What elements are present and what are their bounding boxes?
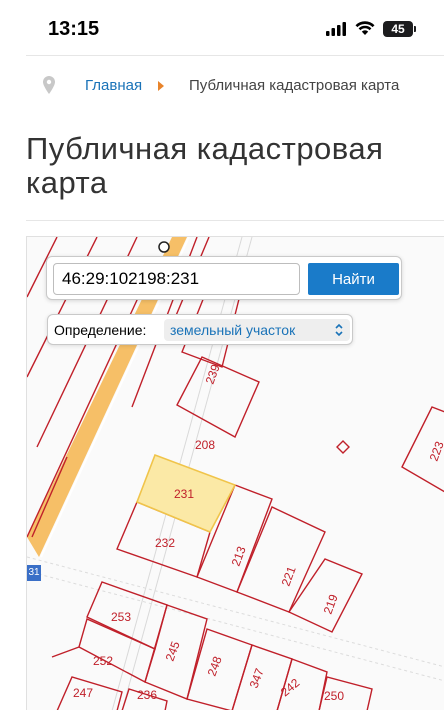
parcel-label: 247 xyxy=(73,686,93,700)
road-node-icon xyxy=(158,241,170,253)
parcel-252[interactable] xyxy=(78,618,156,684)
breadcrumb: Главная Публичная кадастровая карта xyxy=(26,74,444,98)
definition-select[interactable]: земельный участок xyxy=(164,319,350,341)
parcel-label: 232 xyxy=(155,536,175,550)
location-pin-icon xyxy=(43,76,55,94)
parcel-label: 252 xyxy=(93,654,113,668)
map-canvas[interactable]: 239 208 231 232 213 221 219 253 245 252 … xyxy=(27,237,444,710)
parcel-221[interactable] xyxy=(236,506,326,613)
definition-panel: Определение: земельный участок xyxy=(47,314,353,345)
definition-label: Определение: xyxy=(54,322,147,338)
cadastral-map[interactable]: 239 208 231 232 213 221 219 253 245 252 … xyxy=(26,236,444,710)
parcel-label: 245 xyxy=(163,639,183,663)
status-bar: 13:15 45 xyxy=(0,0,444,56)
signal-icon xyxy=(326,22,346,36)
status-time: 13:15 xyxy=(48,18,100,40)
battery-icon: 45 xyxy=(383,21,416,37)
search-panel: Найти xyxy=(46,256,402,300)
breadcrumb-current: Публичная кадастровая карта xyxy=(189,77,400,94)
parcel-label: 221 xyxy=(279,564,299,588)
breadcrumb-arrow-icon xyxy=(158,81,164,91)
parcel-label: 213 xyxy=(229,544,249,568)
parcel-label: 208 xyxy=(195,438,215,452)
map-point xyxy=(336,440,350,454)
wifi-icon xyxy=(355,21,375,35)
find-button[interactable]: Найти xyxy=(308,263,399,295)
parcel-label: 347 xyxy=(247,666,267,690)
chevron-updown-icon xyxy=(335,323,343,337)
parcel-boundary xyxy=(51,646,80,658)
map-marker-badge[interactable]: 31 xyxy=(27,565,41,581)
breadcrumb-home-link[interactable]: Главная xyxy=(85,77,142,94)
cadastral-number-input[interactable] xyxy=(53,263,300,295)
street-line xyxy=(27,570,444,682)
definition-value: земельный участок xyxy=(170,322,296,338)
parcel-label: 253 xyxy=(111,610,131,624)
battery-level: 45 xyxy=(391,22,405,36)
top-divider xyxy=(26,55,444,56)
parcel-label: 250 xyxy=(324,689,344,703)
parcel-label: 219 xyxy=(321,592,341,616)
page-title: Публичная кадастровая карта xyxy=(26,131,384,200)
parcel-label: 231 xyxy=(174,487,194,501)
parcel-label: 236 xyxy=(137,688,157,702)
parcel-label: 223 xyxy=(427,439,444,463)
parcel-label: 248 xyxy=(205,654,225,678)
title-divider xyxy=(26,220,444,221)
